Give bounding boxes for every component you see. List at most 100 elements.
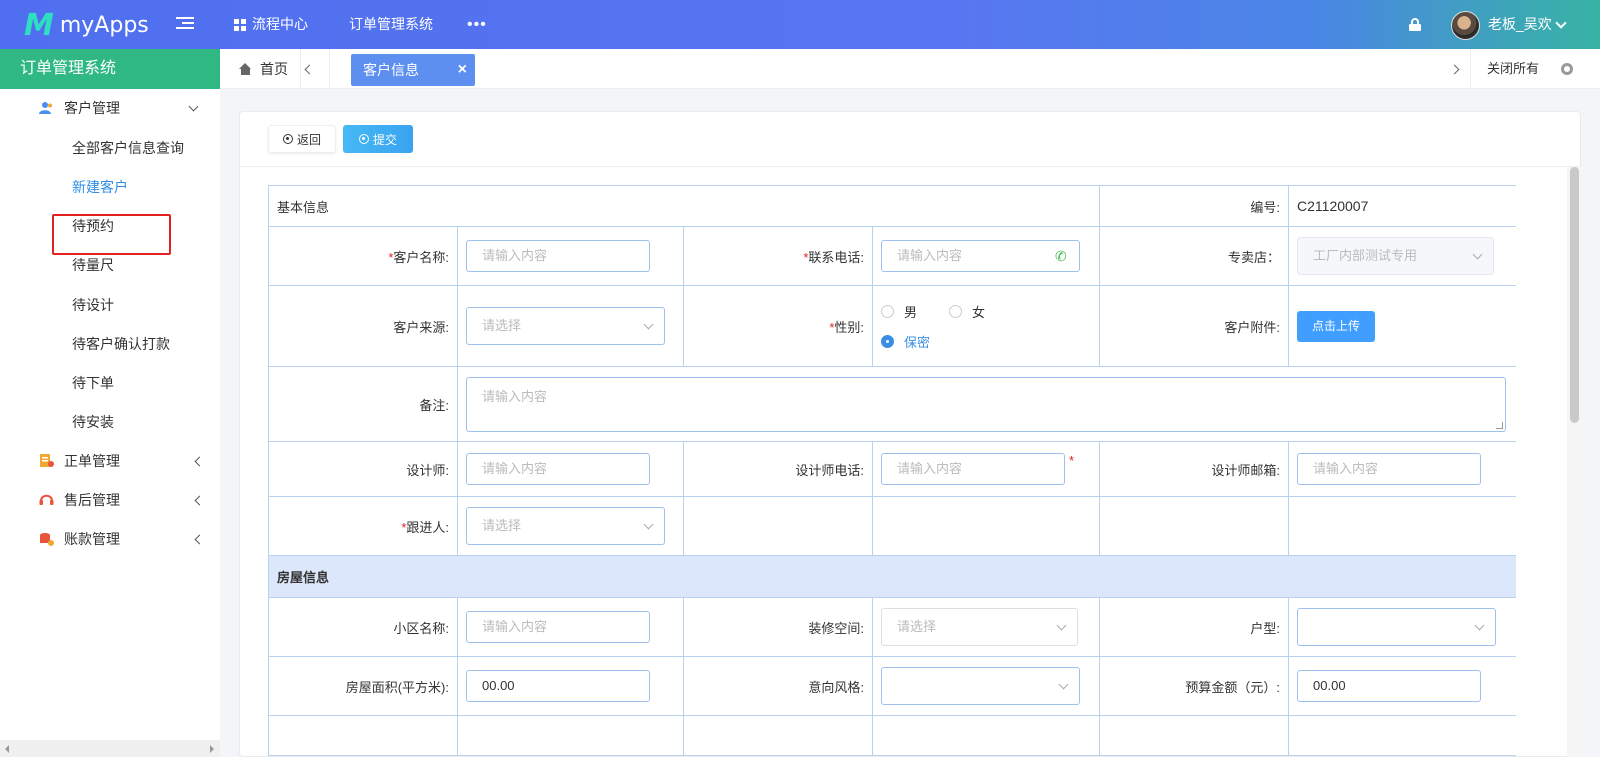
lock-icon[interactable] (1409, 18, 1421, 31)
code-value: C21120007 (1288, 185, 1516, 227)
customer-name-input[interactable]: 请输入内容 (466, 240, 650, 272)
designer-label: 设计师: (268, 441, 458, 497)
gender-female-radio[interactable] (949, 304, 963, 318)
decor-space-select[interactable]: 请选择 (881, 608, 1078, 646)
sidebar-group-label: 售后管理 (64, 492, 120, 508)
back-button[interactable]: 返回 (268, 125, 336, 153)
area-label: 房屋面积(平方米): (268, 656, 458, 716)
nav-order-system[interactable]: 订单管理系统 (349, 0, 433, 49)
budget-label: 预算金额（元）: (1099, 656, 1290, 716)
designer-input[interactable]: 请输入内容 (466, 453, 650, 485)
tab-customer-info[interactable]: 客户信息 × (351, 54, 475, 86)
style-select[interactable] (881, 667, 1080, 705)
close-icon[interactable]: × (458, 54, 467, 86)
designer-email-input[interactable]: 请输入内容 (1297, 453, 1482, 485)
ledger-icon (40, 533, 54, 546)
avatar[interactable] (1451, 11, 1480, 40)
gender-private-radio[interactable] (881, 334, 894, 348)
back-icon (282, 134, 293, 144)
menu-toggle-icon[interactable] (176, 17, 194, 32)
decor-space-label: 装修空间: (683, 597, 873, 657)
gender-female-label[interactable]: 女 (972, 302, 985, 321)
sidebar: 订单管理系统 客户管理 全部客户信息查询 新建客户 待预约 待量尺 待设计 待客… (0, 49, 220, 757)
remark-textarea[interactable]: 请输入内容 (466, 376, 1506, 432)
submit-icon (358, 134, 369, 144)
chevron-left-icon (194, 534, 205, 545)
attachment-label: 客户附件: (1099, 285, 1290, 367)
headset-icon (39, 494, 54, 505)
gender-male-radio[interactable] (881, 304, 894, 318)
community-input[interactable]: 请输入内容 (466, 611, 650, 643)
username[interactable]: 老板_吴欢 (1488, 0, 1552, 49)
sidebar-item-pending-order[interactable]: 待下单 (72, 363, 114, 403)
sidebar-group-accounts[interactable]: 账款管理 (0, 519, 220, 559)
phone-label: *联系电话: (683, 226, 873, 286)
tab-home-label: 首页 (260, 61, 288, 77)
gender-male-label[interactable]: 男 (904, 302, 917, 321)
grid-icon (234, 18, 246, 31)
layout-label: 户型: (1099, 597, 1290, 657)
sidebar-item-new-customer[interactable]: 新建客户 (72, 167, 128, 207)
source-select[interactable]: 请选择 (466, 307, 665, 345)
nav-flow-label: 流程中心 (252, 16, 308, 32)
chevron-down-icon[interactable] (1555, 17, 1567, 29)
user-group-icon (39, 102, 52, 114)
store-select[interactable]: 工厂内部测试专用 (1297, 237, 1495, 275)
sidebar-group-customer[interactable]: 客户管理 (0, 88, 220, 128)
remark-label: 备注: (268, 366, 458, 442)
divider (329, 49, 330, 89)
gender-private-label[interactable]: 保密 (904, 332, 930, 351)
nav-order-label: 订单管理系统 (349, 16, 433, 32)
sidebar-item-pending-install[interactable]: 待安装 (72, 402, 114, 442)
tab-scroll-right-icon[interactable] (1449, 64, 1460, 75)
sidebar-item-pending-payment[interactable]: 待客户确认打款 (72, 324, 170, 364)
area-input[interactable]: 00.00 (466, 670, 650, 702)
sidebar-group-label: 客户管理 (64, 100, 120, 116)
upload-button[interactable]: 点击上传 (1297, 310, 1376, 342)
customer-form: 基本信息 编号: C21120007 *客户名称: 请输入内容 *联系电话: 请… (268, 185, 1516, 757)
settings-icon[interactable] (1561, 63, 1573, 75)
vertical-scrollbar[interactable] (1567, 167, 1582, 757)
code-label: 编号: (1099, 185, 1290, 227)
tab-bar: 首页 客户信息 × 关闭所有 (220, 49, 1600, 89)
designer-phone-input[interactable]: 请输入内容 (881, 453, 1065, 485)
top-bar: M myApps 流程中心 订单管理系统 ••• 老板_吴欢 (0, 0, 1600, 49)
follower-select[interactable]: 请选择 (466, 507, 665, 545)
sidebar-item-all-customers[interactable]: 全部客户信息查询 (72, 128, 184, 168)
home-icon (239, 63, 252, 75)
source-label: 客户来源: (268, 285, 458, 367)
back-label: 返回 (296, 132, 321, 147)
budget-input[interactable]: 00.00 (1297, 670, 1482, 702)
chevron-down-icon (188, 101, 199, 112)
community-label: 小区名称: (268, 597, 458, 657)
sidebar-item-pending-design[interactable]: 待设计 (72, 285, 114, 325)
chevron-left-icon (194, 456, 205, 467)
close-all-button[interactable]: 关闭所有 (1487, 49, 1539, 89)
form-toolbar: 返回 提交 (240, 112, 1580, 167)
document-icon (40, 454, 54, 467)
sidebar-group-label: 账款管理 (64, 531, 120, 547)
tab-scroll-left-icon[interactable] (304, 64, 315, 75)
content-card: 返回 提交 基本信息 编号: C21120007 *客户名称: 请输入内容 *联… (239, 111, 1582, 757)
app-name: myApps (59, 12, 149, 38)
nav-flow-center[interactable]: 流程中心 (234, 0, 308, 49)
sidebar-horizontal-scrollbar[interactable] (0, 740, 220, 757)
customer-name-label: *客户名称: (268, 226, 458, 286)
follower-label: *跟进人: (268, 496, 458, 556)
phone-input[interactable]: 请输入内容 ✆ (881, 240, 1080, 272)
required-mark: * (1069, 453, 1075, 468)
house-info-title: 房屋信息 (268, 555, 1516, 598)
system-title: 订单管理系统 (0, 49, 220, 89)
nav-more-button[interactable]: ••• (467, 0, 487, 49)
sidebar-group-aftersales[interactable]: 售后管理 (0, 480, 220, 520)
sidebar-group-orders[interactable]: 正单管理 (0, 441, 220, 481)
tab-home[interactable]: 首页 (239, 49, 288, 89)
app-logo[interactable]: M myApps (24, 7, 149, 43)
store-label: 专卖店： (1099, 226, 1290, 286)
gender-label: *性别: (683, 285, 873, 367)
sidebar-group-label: 正单管理 (64, 453, 120, 469)
submit-button[interactable]: 提交 (343, 125, 413, 153)
logo-mark: M (24, 7, 54, 43)
layout-select[interactable] (1297, 608, 1497, 646)
divider (300, 49, 301, 89)
